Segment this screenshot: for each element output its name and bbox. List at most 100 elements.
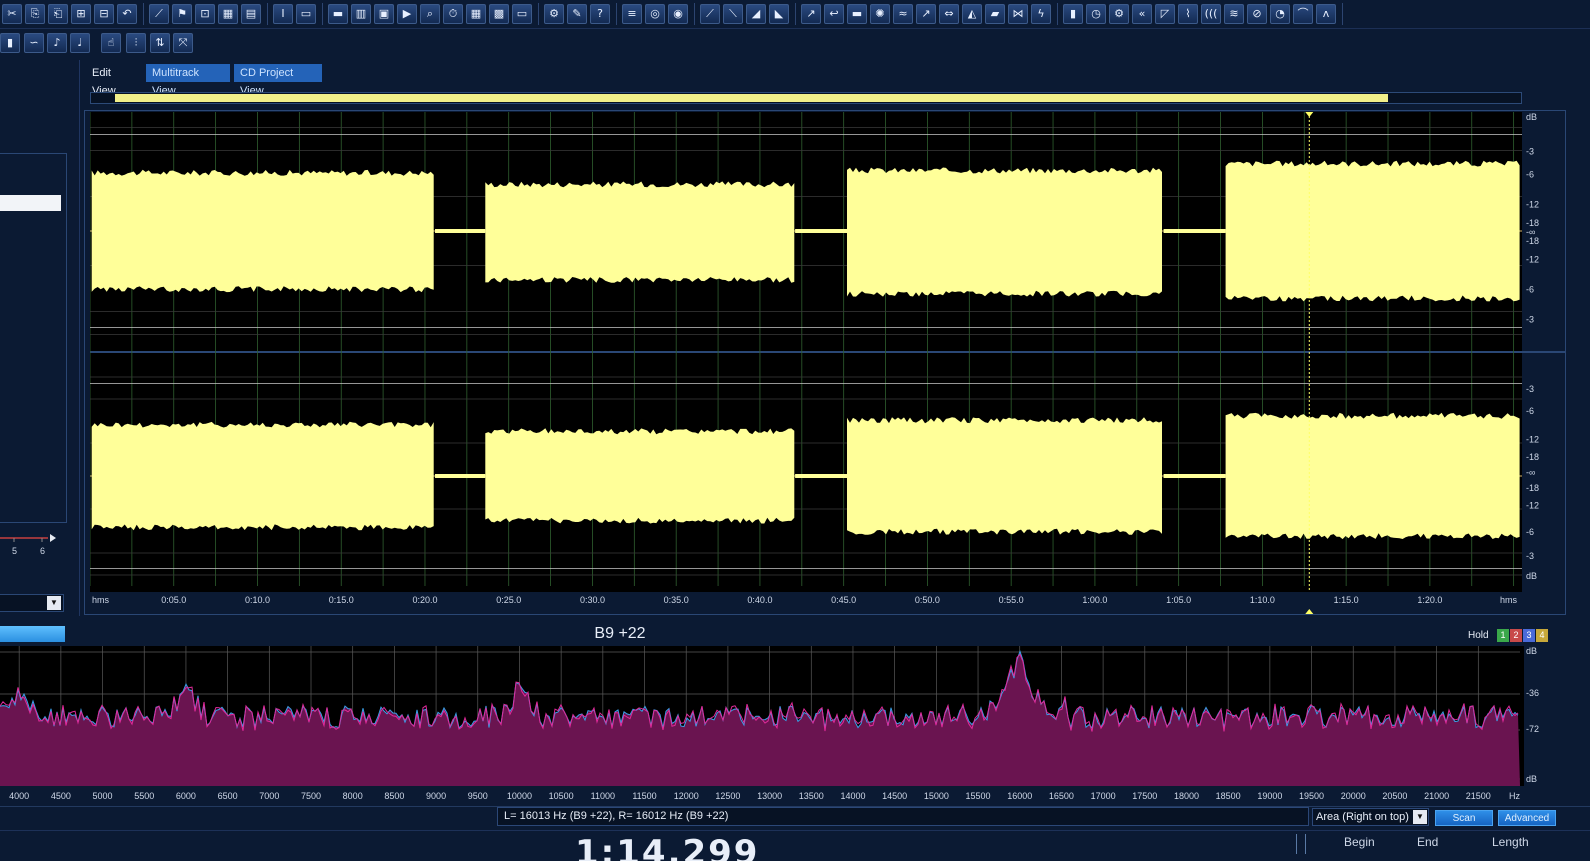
mute-icon[interactable]: ⊘ bbox=[1247, 4, 1267, 24]
wah-icon[interactable]: ≋ bbox=[1224, 4, 1244, 24]
waveform-view-icon[interactable]: ▬ bbox=[328, 4, 348, 24]
gain-icon[interactable]: ◢ bbox=[746, 4, 766, 24]
select-rect-icon[interactable]: ▭ bbox=[296, 4, 316, 24]
waveform-overview[interactable] bbox=[90, 92, 1522, 104]
tools-icon[interactable]: ✎ bbox=[567, 4, 587, 24]
chevron-down-icon[interactable]: ▼ bbox=[47, 596, 61, 610]
note-icon[interactable]: ♪ bbox=[47, 33, 67, 53]
paste-icon[interactable]: ⎗ bbox=[48, 4, 68, 24]
phaser-icon[interactable]: ◔ bbox=[1270, 4, 1290, 24]
advanced-button[interactable]: Advanced bbox=[1498, 810, 1556, 826]
left-panel-button-1[interactable] bbox=[0, 626, 65, 642]
spectral-view-icon[interactable]: ▥ bbox=[351, 4, 371, 24]
freq-tick-label: 18000 bbox=[1174, 791, 1199, 801]
scan-button[interactable]: Scan bbox=[1435, 810, 1493, 826]
reverb-icon[interactable]: ⌇ bbox=[1178, 4, 1198, 24]
noise-icon[interactable]: ✺ bbox=[870, 4, 890, 24]
grid-icon[interactable]: ▦ bbox=[218, 4, 238, 24]
frequency-spectrum-plot[interactable]: dB -36 -72 dB 4000 4500 5000 5500 6000 6500 7000 75… bbox=[0, 646, 1590, 806]
waveform-display[interactable]: dB-3-6-12-18-∞-18-12-6-3-3-6-12-18-∞-18-… bbox=[90, 112, 1566, 617]
signal-icon[interactable]: ⌒ bbox=[1293, 4, 1313, 24]
db-scale-label: -∞ bbox=[1526, 468, 1535, 478]
wave-icon[interactable]: ≈ bbox=[893, 4, 913, 24]
time-tick-label: 0:20.0 bbox=[412, 595, 437, 605]
overview-visible-range[interactable] bbox=[115, 94, 1388, 102]
db-scale-label: -18 bbox=[1526, 236, 1539, 246]
chorus-icon[interactable]: ϟ bbox=[1031, 4, 1051, 24]
gear-icon[interactable]: ⚙ bbox=[1109, 4, 1129, 24]
compress-icon[interactable]: ⋈ bbox=[1008, 4, 1028, 24]
snap-icon[interactable]: ⊡ bbox=[195, 4, 215, 24]
silence-segment bbox=[435, 229, 486, 233]
hold-button-4[interactable]: 4 bbox=[1536, 629, 1548, 642]
left-panel: 5 6 ▼ bbox=[0, 60, 80, 665]
left-panel-input[interactable] bbox=[0, 195, 61, 211]
marker-icon[interactable]: ⚑ bbox=[172, 4, 192, 24]
silence-segment bbox=[1163, 229, 1226, 233]
freq-tick-label: 10000 bbox=[507, 791, 532, 801]
play-icon[interactable]: ▶ bbox=[397, 4, 417, 24]
fade-icon[interactable]: ⟍ bbox=[723, 4, 743, 24]
tab-cd-project-view[interactable]: CD Project View bbox=[234, 64, 322, 97]
freq-tick-label: 16500 bbox=[1049, 791, 1074, 801]
copy-icon[interactable]: ⎘ bbox=[25, 4, 45, 24]
blank-icon[interactable]: ▭ bbox=[512, 4, 532, 24]
sweep-icon[interactable]: ʌ bbox=[1316, 4, 1336, 24]
fit-icon[interactable]: ⤧ bbox=[173, 33, 193, 53]
pan-view-icon[interactable]: ▣ bbox=[374, 4, 394, 24]
amplify-icon[interactable]: ↗ bbox=[801, 4, 821, 24]
settings-icon[interactable]: ⚙ bbox=[544, 4, 564, 24]
waveform-segment bbox=[485, 181, 795, 283]
silence-icon[interactable]: ▬ bbox=[847, 4, 867, 24]
panel-grip-icon[interactable] bbox=[1296, 834, 1306, 854]
envelope-icon[interactable]: ⟋ bbox=[700, 4, 720, 24]
reverse-icon[interactable]: ↩ bbox=[824, 4, 844, 24]
hold-button-3[interactable]: 3 bbox=[1523, 629, 1535, 642]
draw-icon[interactable]: ⟋ bbox=[149, 4, 169, 24]
normalize-icon[interactable]: ◣ bbox=[769, 4, 789, 24]
trim-icon[interactable]: ⊟ bbox=[94, 4, 114, 24]
echo-icon[interactable]: ◸ bbox=[1155, 4, 1175, 24]
freq-tick-label: 6500 bbox=[218, 791, 238, 801]
cut-icon[interactable]: ✂ bbox=[2, 4, 22, 24]
zoom-icon[interactable]: ⌕ bbox=[420, 4, 440, 24]
flange-icon[interactable]: ((( bbox=[1201, 4, 1221, 24]
time-tick-label: 0:40.0 bbox=[747, 595, 772, 605]
area-mode-select[interactable]: Area (Right on top) ▼ bbox=[1312, 808, 1429, 826]
hold-button-2[interactable]: 2 bbox=[1510, 629, 1522, 642]
loop-icon[interactable]: ∽ bbox=[24, 33, 44, 53]
channel-icon[interactable]: ▮ bbox=[0, 33, 20, 53]
split-icon[interactable]: ⫶ bbox=[126, 33, 146, 53]
hand-icon[interactable]: ☝ bbox=[101, 33, 121, 53]
tab-multitrack-view[interactable]: Multitrack View bbox=[146, 64, 230, 97]
palette-icon[interactable]: ▩ bbox=[489, 4, 509, 24]
toolbar-separator bbox=[267, 3, 268, 25]
equalizer-icon[interactable]: ≡ bbox=[622, 4, 642, 24]
filter-icon[interactable]: ◭ bbox=[962, 4, 982, 24]
cursor-icon[interactable]: I bbox=[273, 4, 293, 24]
pitch-icon[interactable]: ↗ bbox=[916, 4, 936, 24]
freq-tick-label: 20500 bbox=[1382, 791, 1407, 801]
note2-icon[interactable]: ♩ bbox=[70, 33, 90, 53]
analysis-icon[interactable]: ◎ bbox=[645, 4, 665, 24]
snap-to-icon[interactable]: ⇅ bbox=[150, 33, 170, 53]
chevron-down-icon[interactable]: ▼ bbox=[1413, 810, 1427, 824]
record-icon[interactable]: ◉ bbox=[668, 4, 688, 24]
help-icon[interactable]: ? bbox=[590, 4, 610, 24]
timecode-icon[interactable]: ⏱ bbox=[443, 4, 463, 24]
left-panel-dropdown[interactable]: ▼ bbox=[0, 594, 64, 612]
cursor-bottom-marker-icon[interactable] bbox=[1305, 609, 1314, 614]
table-icon[interactable]: ▤ bbox=[241, 4, 261, 24]
meter-icon[interactable]: ▦ bbox=[466, 4, 486, 24]
stretch-icon[interactable]: ⇔ bbox=[939, 4, 959, 24]
tab-edit-view[interactable]: Edit View bbox=[86, 64, 142, 97]
spectrum-icon[interactable]: ▰ bbox=[985, 4, 1005, 24]
mix-paste-icon[interactable]: ⊞ bbox=[71, 4, 91, 24]
bars-icon[interactable]: ▮ bbox=[1063, 4, 1083, 24]
time-tick-label: 0:35.0 bbox=[664, 595, 689, 605]
timer-icon[interactable]: ◷ bbox=[1086, 4, 1106, 24]
undo-icon[interactable]: ↶ bbox=[117, 4, 137, 24]
db-scale-label: -12 bbox=[1526, 199, 1539, 209]
hold-button-1[interactable]: 1 bbox=[1497, 629, 1509, 642]
delay-icon[interactable]: « bbox=[1132, 4, 1152, 24]
